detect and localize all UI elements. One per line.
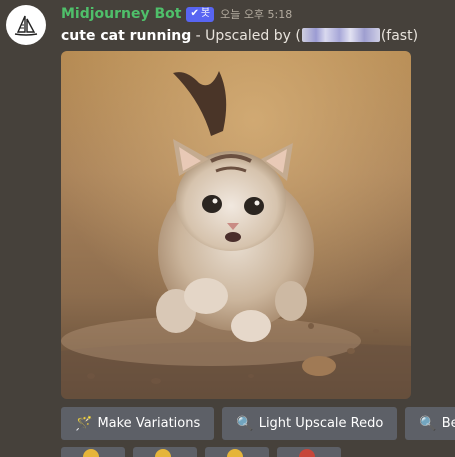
button-label: Be <box>441 416 455 431</box>
content-end: (fast) <box>380 28 419 44</box>
reaction-button[interactable] <box>277 447 341 457</box>
beta-upscale-redo-button[interactable]: 🔍 Be <box>405 407 455 440</box>
magnifier-icon: 🔍 <box>419 415 437 432</box>
redacted-username: ( <box>295 28 380 44</box>
emoji-red-icon <box>299 449 315 457</box>
sailboat-icon <box>14 15 38 36</box>
message-header: Midjourney Bot ✔ 봇 오늘 오후 5:18 <box>61 6 292 22</box>
bot-tag-label: 봇 <box>200 8 211 19</box>
message-content: cute cat running - Upscaled by ((fast) <box>61 28 418 44</box>
magnifier-icon: 🔍 <box>236 415 254 432</box>
emoji-face-icon <box>227 449 243 457</box>
magic-wand-icon: 🪄 <box>75 415 93 432</box>
timestamp: 오늘 오후 5:18 <box>220 8 293 21</box>
make-variations-button[interactable]: 🪄 Make Variations <box>61 407 215 440</box>
bot-avatar[interactable] <box>6 5 46 45</box>
bot-tag: ✔ 봇 <box>186 6 215 22</box>
reaction-button[interactable] <box>133 447 197 457</box>
emoji-face-icon <box>83 449 99 457</box>
chat-message: Midjourney Bot ✔ 봇 오늘 오후 5:18 cute cat r… <box>0 0 455 457</box>
reaction-buttons <box>61 447 341 457</box>
check-icon: ✔ <box>190 8 199 19</box>
author-name[interactable]: Midjourney Bot <box>61 6 181 22</box>
reaction-button[interactable] <box>61 447 125 457</box>
light-upscale-redo-button[interactable]: 🔍 Light Upscale Redo <box>222 407 398 440</box>
prompt-text: cute cat running <box>61 28 192 44</box>
content-middle: - Upscaled by <box>191 28 296 44</box>
reaction-button[interactable] <box>205 447 269 457</box>
generated-image[interactable] <box>61 51 411 399</box>
button-label: Make Variations <box>97 416 201 431</box>
button-label: Light Upscale Redo <box>258 416 384 431</box>
action-buttons: 🪄 Make Variations 🔍 Light Upscale Redo 🔍… <box>61 407 455 440</box>
emoji-face-icon <box>155 449 171 457</box>
